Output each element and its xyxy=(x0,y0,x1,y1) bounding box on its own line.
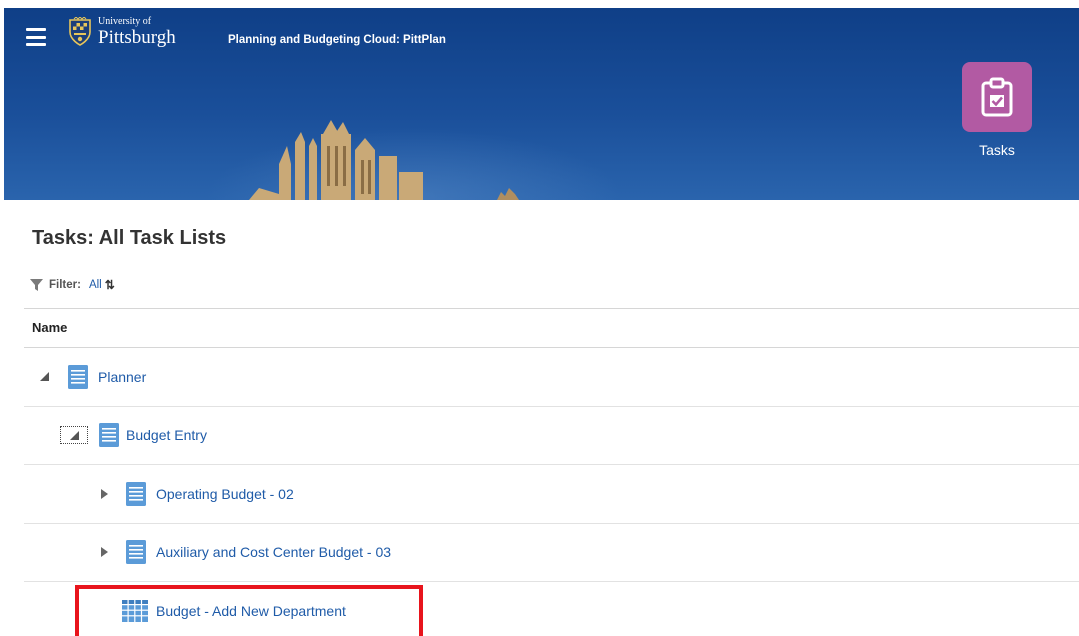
filter-value-link[interactable]: All xyxy=(89,279,102,291)
expanded-triangle-focused-icon[interactable] xyxy=(60,426,88,445)
row-label[interactable]: Planner xyxy=(98,369,146,385)
university-logo[interactable]: University of Pittsburgh xyxy=(68,17,176,47)
filter-funnel-icon[interactable] xyxy=(30,279,43,291)
form-grid-icon xyxy=(122,600,148,623)
pitt-shield-icon xyxy=(69,17,91,46)
task-list-table: Name Planner Budget Entry Operating Budg… xyxy=(24,308,1079,636)
page-title: Tasks: All Task Lists xyxy=(32,227,227,249)
filter-label: Filter: xyxy=(49,279,81,291)
row-label[interactable]: Budget - Add New Department xyxy=(156,603,346,619)
row-label[interactable]: Operating Budget - 02 xyxy=(156,486,294,502)
app-title: Planning and Budgeting Cloud: PittPlan xyxy=(228,34,446,46)
collapsed-triangle-icon[interactable] xyxy=(98,546,110,558)
header-banner: University of Pittsburgh Planning and Bu… xyxy=(4,8,1079,200)
column-header-name[interactable]: Name xyxy=(24,308,1079,348)
expanded-triangle-icon[interactable] xyxy=(38,371,50,383)
logo-line2: Pittsburgh xyxy=(98,27,176,48)
table-row[interactable]: Operating Budget - 02 xyxy=(24,465,1079,524)
logo-line1: University of xyxy=(98,16,152,27)
menu-hamburger-icon[interactable] xyxy=(26,28,46,46)
clipboard-check-icon xyxy=(981,77,1013,117)
table-row[interactable]: Budget Entry xyxy=(24,407,1079,465)
task-list-icon xyxy=(68,364,88,389)
task-list-icon xyxy=(99,423,119,448)
table-row[interactable]: Planner xyxy=(24,348,1079,407)
task-list-icon xyxy=(126,481,146,506)
task-list-icon xyxy=(126,540,146,565)
filter-bar: Filter: All ⇅ xyxy=(30,278,115,292)
tasks-tile-button[interactable] xyxy=(962,62,1032,132)
row-label[interactable]: Budget Entry xyxy=(126,427,207,443)
table-row[interactable]: Auxiliary and Cost Center Budget - 03 xyxy=(24,524,1079,582)
tasks-tile-label: Tasks xyxy=(979,142,1015,158)
cathedral-of-learning-image xyxy=(249,120,519,200)
collapsed-triangle-icon[interactable] xyxy=(98,488,110,500)
row-label[interactable]: Auxiliary and Cost Center Budget - 03 xyxy=(156,544,391,560)
table-row[interactable]: Budget - Add New Department xyxy=(24,582,1079,636)
sort-toggle-icon[interactable]: ⇅ xyxy=(105,278,115,292)
